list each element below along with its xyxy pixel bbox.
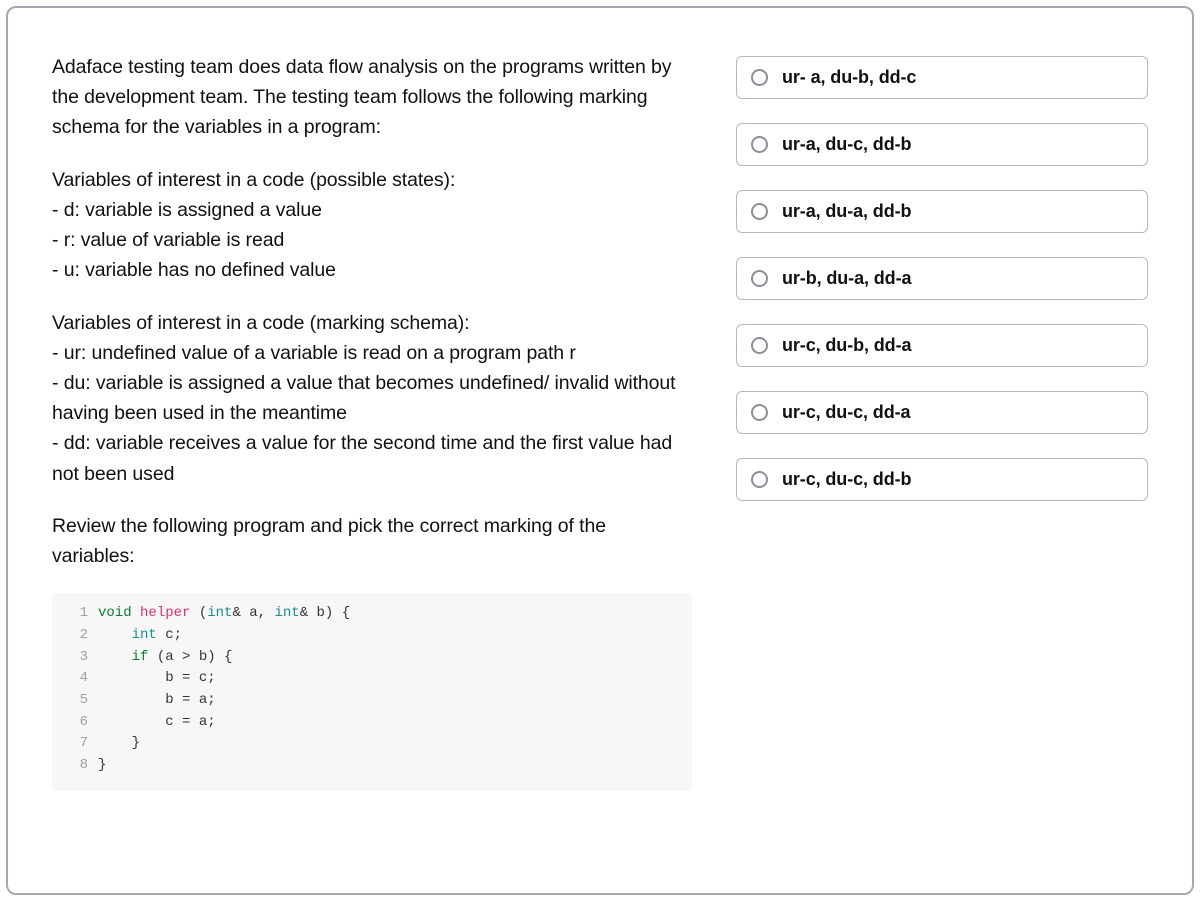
code-snippet: 1void helper (int& a, int& b) {2 int c;3…	[52, 593, 692, 791]
answer-option-2[interactable]: ur-a, du-c, dd-b	[736, 123, 1148, 166]
answer-option-6[interactable]: ur-c, du-c, dd-a	[736, 391, 1148, 434]
radio-icon	[751, 270, 768, 287]
answer-option-1[interactable]: ur- a, du-b, dd-c	[736, 56, 1148, 99]
radio-icon	[751, 404, 768, 421]
answer-option-label: ur-c, du-c, dd-a	[782, 402, 910, 423]
answer-option-4[interactable]: ur-b, du-a, dd-a	[736, 257, 1148, 300]
code-line: 3 if (a > b) {	[66, 647, 678, 669]
line-number: 3	[66, 647, 88, 669]
question-card: Adaface testing team does data flow anal…	[6, 6, 1194, 895]
answer-option-5[interactable]: ur-c, du-b, dd-a	[736, 324, 1148, 367]
line-number: 5	[66, 690, 88, 712]
code-line: 7 }	[66, 733, 678, 755]
question-paragraph-3: Variables of interest in a code (marking…	[52, 308, 692, 489]
answer-option-label: ur-c, du-c, dd-b	[782, 469, 911, 490]
radio-icon	[751, 337, 768, 354]
radio-icon	[751, 69, 768, 86]
code-line: 2 int c;	[66, 625, 678, 647]
radio-icon	[751, 136, 768, 153]
line-number: 6	[66, 712, 88, 734]
answer-options: ur- a, du-b, dd-c ur-a, du-c, dd-b ur-a, d…	[736, 52, 1148, 849]
code-text: c = a;	[98, 712, 216, 734]
code-text: b = c;	[98, 668, 216, 690]
answer-option-label: ur-a, du-a, dd-b	[782, 201, 911, 222]
code-line: 6 c = a;	[66, 712, 678, 734]
line-number: 8	[66, 755, 88, 777]
code-text: }	[98, 733, 140, 755]
question-paragraph-2: Variables of interest in a code (possibl…	[52, 165, 692, 286]
line-number: 4	[66, 668, 88, 690]
answer-option-label: ur-c, du-b, dd-a	[782, 335, 911, 356]
code-text: if (a > b) {	[98, 647, 232, 669]
radio-icon	[751, 471, 768, 488]
code-text: void helper (int& a, int& b) {	[98, 603, 350, 625]
question-body: Adaface testing team does data flow anal…	[52, 52, 692, 849]
line-number: 1	[66, 603, 88, 625]
code-line: 4 b = c;	[66, 668, 678, 690]
line-number: 7	[66, 733, 88, 755]
code-text: b = a;	[98, 690, 216, 712]
radio-icon	[751, 203, 768, 220]
answer-option-3[interactable]: ur-a, du-a, dd-b	[736, 190, 1148, 233]
code-line: 8}	[66, 755, 678, 777]
answer-option-label: ur-b, du-a, dd-a	[782, 268, 911, 289]
answer-option-label: ur-a, du-c, dd-b	[782, 134, 911, 155]
answer-option-7[interactable]: ur-c, du-c, dd-b	[736, 458, 1148, 501]
question-paragraph-1: Adaface testing team does data flow anal…	[52, 52, 692, 143]
code-line: 5 b = a;	[66, 690, 678, 712]
answer-option-label: ur- a, du-b, dd-c	[782, 67, 916, 88]
question-paragraph-4: Review the following program and pick th…	[52, 511, 692, 571]
code-text: }	[98, 755, 106, 777]
code-line: 1 void helper (int& a, int& b) {	[66, 603, 678, 625]
line-number: 2	[66, 625, 88, 647]
code-text: int c;	[98, 625, 182, 647]
